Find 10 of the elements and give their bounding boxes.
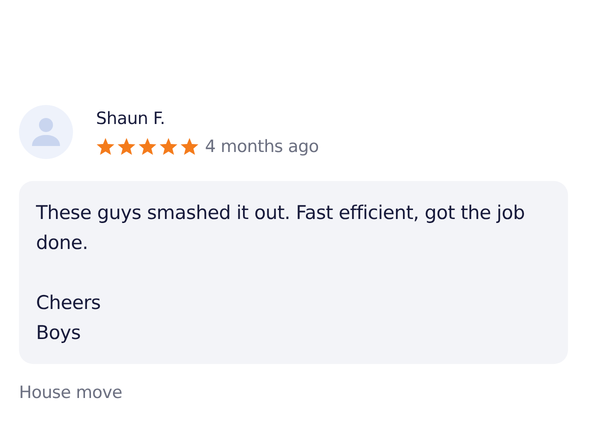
review-category: House move bbox=[19, 383, 124, 403]
review-text: These guys smashed it out. Fast efficient, got the job done. Cheers Boys bbox=[19, 181, 568, 364]
star-icon bbox=[96, 138, 115, 156]
star-icon bbox=[138, 138, 157, 156]
star-icon bbox=[180, 138, 199, 156]
star-icon bbox=[117, 138, 136, 156]
review-time: 4 months ago bbox=[205, 137, 319, 157]
reviewer-name: Shaun F. bbox=[96, 109, 166, 129]
star-icon bbox=[159, 138, 178, 156]
person-icon bbox=[31, 116, 61, 148]
